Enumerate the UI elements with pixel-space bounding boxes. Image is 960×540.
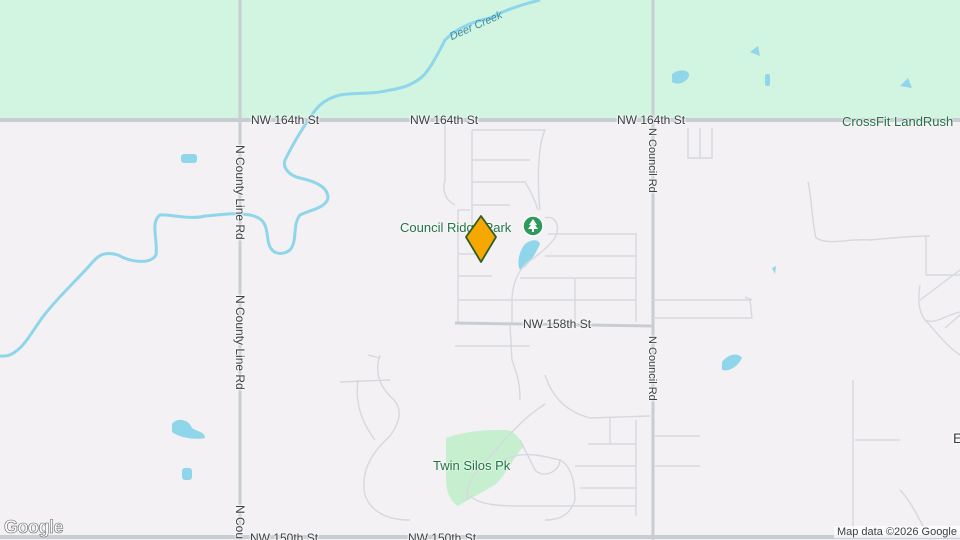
road-label-nw-164th-b: NW 164th St [410, 113, 479, 127]
place-label-twin-silos[interactable]: Twin Silos Pk [433, 458, 510, 473]
road-label-nw-150th-b: NW 150th St [408, 531, 477, 540]
road-label-council-a: N Council Rd [646, 128, 658, 193]
place-label-edge: E [953, 430, 960, 446]
tree-icon[interactable] [522, 215, 544, 237]
google-logo: Google [4, 517, 64, 538]
road-label-nw-164th-c: NW 164th St [617, 113, 686, 127]
map-canvas[interactable]: NW 164th St NW 164th St NW 164th St NW 1… [0, 0, 960, 540]
map-attribution[interactable]: Map data ©2026 Google [833, 526, 960, 538]
place-label-crossfit[interactable]: CrossFit LandRush [842, 114, 953, 129]
road-label-county-line-b: N County Line Rd [233, 295, 247, 390]
road-label-nw-158th: NW 158th St [523, 317, 592, 331]
map-pin-marker[interactable] [463, 213, 499, 265]
road-label-council-b: N Council Rd [646, 336, 658, 401]
road-label-nw-164th-a: NW 164th St [251, 113, 320, 127]
road-label-county-line-c: N Cou [233, 505, 247, 540]
road-label-nw-150th-a: NW 150th St [250, 531, 319, 540]
road-label-county-line-a: N County Line Rd [233, 145, 247, 240]
